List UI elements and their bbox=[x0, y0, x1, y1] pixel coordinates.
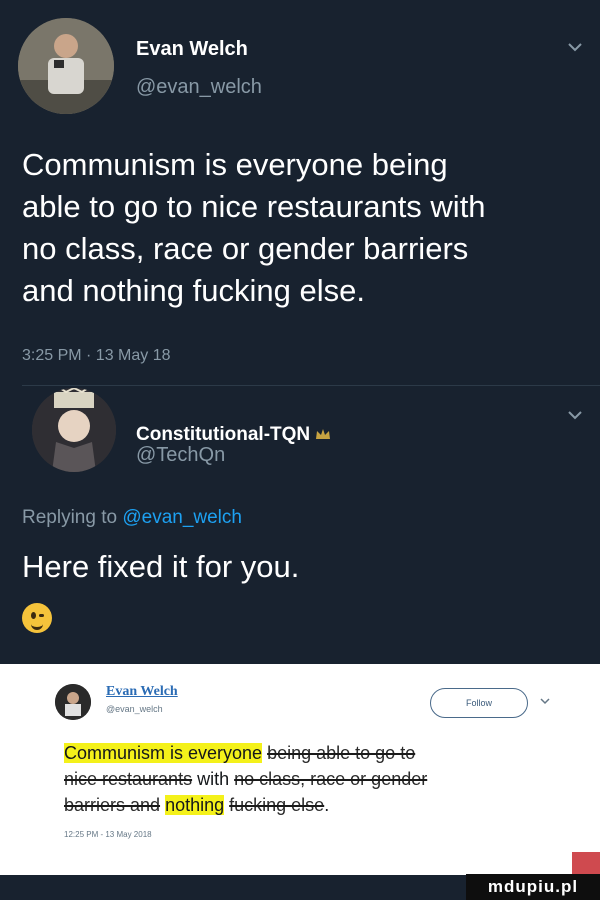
tweet-timestamp: 12:25 PM - 13 May 2018 bbox=[64, 830, 152, 839]
follow-button: Follow bbox=[430, 688, 528, 718]
tweet-line: Communism is everyone being bbox=[22, 147, 448, 182]
replying-to: Replying to @evan_welch bbox=[22, 507, 242, 529]
watermark: mdupiu.pl bbox=[466, 874, 600, 900]
edited-line: barriers and nothing fucking else. bbox=[64, 792, 600, 818]
highlighted-text: nothing bbox=[165, 795, 225, 815]
struck-text: barriers and bbox=[64, 795, 161, 815]
tweet-text: Communism is everyone being able to go t… bbox=[22, 144, 486, 312]
tweet-line: and nothing fucking else. bbox=[22, 273, 365, 308]
struck-text: fucking else bbox=[229, 795, 325, 815]
original-tweet: Evan Welch @evan_welch Communism is ever… bbox=[0, 0, 600, 380]
struck-text: nice restaurants bbox=[64, 769, 193, 789]
edited-line: nice restaurants with no class, race or … bbox=[64, 766, 600, 792]
reply-mention-link[interactable]: @evan_welch bbox=[122, 507, 242, 528]
tweet-line: able to go to nice restaurants with bbox=[22, 189, 486, 224]
replying-prefix: Replying to bbox=[22, 507, 118, 528]
chevron-down-icon[interactable] bbox=[568, 36, 582, 57]
avatar bbox=[55, 684, 91, 720]
tweet-text: Here fixed it for you. bbox=[22, 549, 300, 584]
crown-icon bbox=[315, 424, 331, 446]
author-handle: @evan_welch bbox=[106, 704, 163, 714]
tweet-text: Communism is everyone being able to go t… bbox=[64, 740, 600, 818]
highlighted-text: Communism is everyone bbox=[64, 743, 263, 763]
author-handle[interactable]: @TechQn bbox=[136, 444, 225, 467]
edited-line: Communism is everyone being able to go t… bbox=[64, 740, 600, 766]
author-name: Evan Welch bbox=[106, 684, 178, 699]
author-name-text: Constitutional-TQN bbox=[136, 424, 311, 446]
embedded-tweet-screenshot[interactable]: Evan Welch @evan_welch Follow Communism … bbox=[0, 664, 600, 875]
tweet-timestamp[interactable]: 3:25 PM · 13 May 18 bbox=[22, 347, 171, 365]
author-handle[interactable]: @evan_welch bbox=[136, 76, 262, 99]
plain-text: . bbox=[324, 795, 330, 815]
chevron-down-icon[interactable] bbox=[568, 404, 582, 425]
struck-text: being able to go to bbox=[267, 743, 416, 763]
avatar[interactable] bbox=[18, 18, 114, 114]
avatar[interactable] bbox=[32, 388, 116, 472]
badge-icon bbox=[572, 852, 600, 874]
plain-text: with bbox=[197, 769, 230, 789]
chevron-down-icon bbox=[540, 694, 550, 708]
struck-text: no class, race or gender bbox=[234, 769, 428, 789]
winking-face-emoji bbox=[22, 603, 52, 633]
author-name[interactable]: Constitutional-TQN bbox=[136, 424, 331, 446]
author-name[interactable]: Evan Welch bbox=[136, 38, 248, 61]
tweet-line: no class, race or gender barriers bbox=[22, 231, 469, 266]
